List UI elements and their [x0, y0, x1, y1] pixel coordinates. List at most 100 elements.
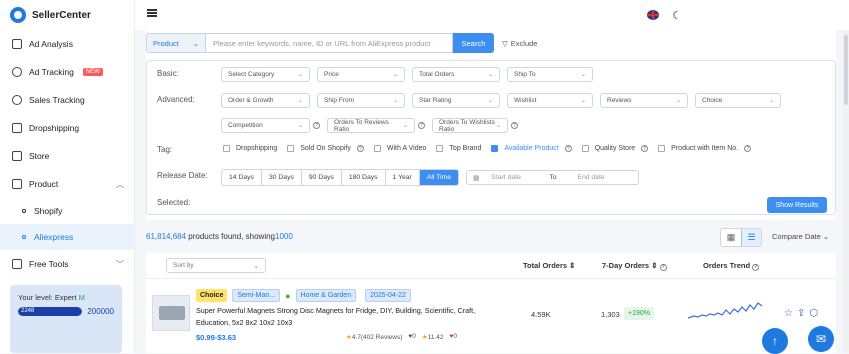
sidebar-item-free-tools[interactable]: Free Tools ﹀ [0, 250, 134, 278]
uk-flag-icon[interactable] [647, 10, 659, 20]
help-icon[interactable]: ? [659, 263, 667, 271]
checkbox[interactable] [287, 145, 295, 152]
checkbox[interactable] [436, 145, 444, 152]
help-icon[interactable]: ? [356, 145, 364, 152]
product-title[interactable]: Super Powerful Magnets Strong Disc Magne… [196, 305, 496, 329]
price-select[interactable]: Price ⌄ [317, 67, 405, 82]
tag-available-product[interactable]: Available Product? [491, 145, 572, 152]
release-date-badge: 2025-04-22 [365, 289, 411, 302]
exclude-button[interactable]: ▽ Exclude [502, 39, 537, 48]
level-card: Your level: Expert M 2248 200000 [10, 285, 122, 353]
filter-icon: ▽ [502, 38, 508, 48]
release-all-time[interactable]: All Time [419, 170, 458, 185]
checkbox[interactable] [581, 145, 589, 152]
sidebar-item-ad-tracking[interactable]: Ad Tracking NEW [0, 58, 134, 86]
help-icon[interactable]: ? [641, 145, 649, 152]
sort-by-select[interactable]: Sort by ⌄ [166, 258, 266, 273]
sidebar-item-ad-analysis[interactable]: Ad Analysis [0, 30, 134, 58]
start-date-input[interactable]: Start date [491, 174, 549, 181]
sidebar-item-dropshipping[interactable]: Dropshipping [0, 114, 134, 142]
chevron-down-icon: ⌄ [297, 72, 303, 78]
checkbox-checked[interactable] [491, 145, 499, 152]
tag-sold-on-shopify[interactable]: Sold On Shopify? [287, 145, 364, 152]
list-view-icon[interactable]: ☰ [741, 229, 761, 246]
chevron-down-icon: ⌄ [487, 98, 493, 104]
date-range-picker[interactable]: ▦ Start date To End date [465, 170, 639, 185]
release-14-days[interactable]: 14 Days [222, 170, 262, 185]
favorite-star-icon[interactable]: ☆ [784, 308, 793, 319]
release-180-days[interactable]: 180 Days [342, 170, 386, 185]
tag-dropshipping[interactable]: Dropshipping [223, 145, 277, 152]
sidebar-item-sales-tracking[interactable]: Sales Tracking [0, 86, 134, 114]
checkbox[interactable] [373, 145, 381, 152]
menu-icon[interactable] [147, 9, 157, 17]
export-icon[interactable]: ⇪ [797, 308, 805, 319]
logo[interactable]: SellerCenter [0, 0, 134, 30]
target-icon [12, 67, 22, 77]
growth-badge: +190% [624, 307, 654, 320]
table-row[interactable]: Choice Semi-Man... ● Home & Garden 2025-… [146, 283, 836, 353]
level-current: 2248 [21, 308, 35, 314]
store-icon [12, 151, 22, 161]
orders-reviews-ratio-select[interactable]: Orders To Reviews Ratio ⌄ [327, 118, 415, 133]
orders-wishlists-ratio-select[interactable]: Orders To Wishlists Ratio ⌄ [432, 118, 508, 133]
sidebar-item-store[interactable]: Store [0, 142, 134, 170]
search-button[interactable]: Search [453, 33, 494, 53]
chevron-down-icon: ⌄ [392, 98, 398, 104]
tag-item-no[interactable]: Product with Item No.? [658, 145, 752, 152]
chevron-down-icon: ⌄ [253, 262, 259, 270]
product-thumbnail[interactable] [152, 295, 190, 331]
header-7day-orders[interactable]: 7-Day Orders ⇕ ? [602, 261, 667, 271]
moon-icon[interactable]: ☾ [672, 9, 682, 22]
sidebar-item-product[interactable]: Product ︿ [0, 170, 134, 198]
release-30-days[interactable]: 30 Days [262, 170, 302, 185]
help-icon[interactable]: ? [744, 145, 752, 152]
wishlist-select[interactable]: Wishlist ⌄ [507, 93, 593, 108]
show-results-button[interactable]: Show Results [767, 197, 827, 213]
sidebar-subitem-aliexpress[interactable]: Aliexpress [0, 224, 134, 250]
tag-quality-store[interactable]: Quality Store? [581, 145, 649, 152]
ship-from-select[interactable]: Ship From ⌄ [317, 93, 405, 108]
product-tags: Choice Semi-Man... ● Home & Garden 2025-… [196, 289, 411, 302]
reviews-select[interactable]: Reviews ⌄ [600, 93, 688, 108]
advanced-label: Advanced: [157, 95, 195, 104]
release-date-row: 14 Days 30 Days 90 Days 180 Days 1 Year … [221, 169, 639, 186]
end-date-input[interactable]: End date [577, 174, 604, 181]
scroll-top-button[interactable]: ↑ [762, 328, 788, 354]
total-orders-select[interactable]: Total Orders ⌄ [412, 67, 500, 82]
category-select[interactable]: Select Category ⌄ [221, 67, 310, 82]
grid-view-icon[interactable]: ▦ [721, 229, 741, 246]
star-rating-select[interactable]: Star Rating ⌄ [412, 93, 500, 108]
help-icon[interactable]: ? [564, 145, 572, 152]
sidebar: SellerCenter Ad Analysis Ad Tracking NEW … [0, 0, 135, 353]
scrollbar[interactable] [843, 30, 849, 353]
help-icon[interactable]: ? [418, 122, 425, 129]
checkbox[interactable] [223, 145, 230, 152]
competition-select[interactable]: Competition ⌄ [221, 118, 310, 133]
chevron-up-icon: ︿ [116, 180, 124, 189]
ship-to-select[interactable]: Ship To ⌄ [507, 67, 593, 82]
sidebar-subitem-shopify[interactable]: Shopify [0, 198, 134, 224]
scrollbar-thumb[interactable] [844, 35, 848, 105]
chat-button[interactable]: ✉ [808, 326, 834, 352]
header-total-orders[interactable]: Total Orders ⇕ [523, 261, 575, 270]
chevron-down-icon: ⌄ [495, 123, 501, 129]
results-showing: 1000 [275, 232, 293, 241]
order-growth-select[interactable]: Order & Growth ⌄ [221, 93, 310, 108]
cube-icon[interactable]: ⬡ [809, 308, 818, 319]
search-scope-select[interactable]: Product ⌄ [146, 33, 206, 53]
chevron-down-icon: ⌄ [768, 98, 774, 104]
release-1-year[interactable]: 1 Year [386, 170, 420, 185]
tag-with-a-video[interactable]: With A Video [373, 145, 426, 152]
compare-date-select[interactable]: Compare Date ⌄ [772, 232, 829, 241]
chat-icon: ✉ [815, 332, 827, 346]
release-90-days[interactable]: 90 Days [302, 170, 342, 185]
help-icon[interactable]: ? [511, 122, 518, 129]
category-badge[interactable]: Home & Garden [295, 289, 357, 302]
checkbox[interactable] [658, 145, 666, 152]
help-icon[interactable]: ? [752, 263, 760, 271]
help-icon[interactable]: ? [313, 122, 320, 129]
tag-top-brand[interactable]: Top Brand [436, 145, 481, 152]
choice-select[interactable]: Choice ⌄ [695, 93, 781, 108]
search-input[interactable]: Please enter keywords, name, ID or URL f… [206, 33, 453, 53]
